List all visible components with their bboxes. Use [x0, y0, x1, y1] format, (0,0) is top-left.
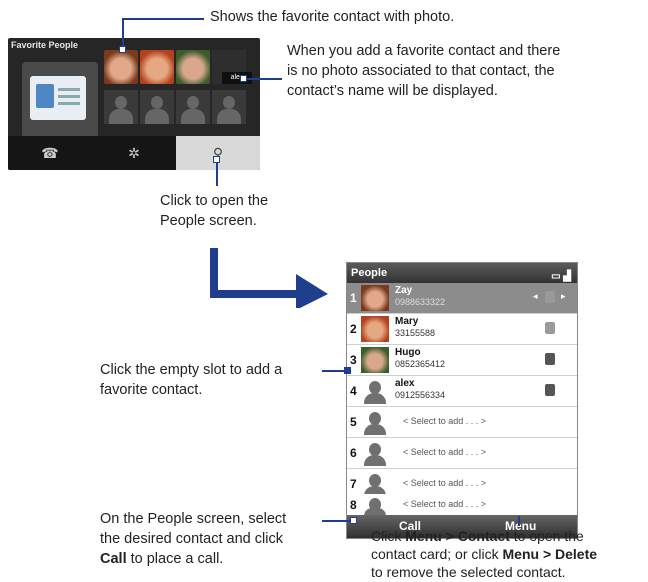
people-screen: People ▭ ▟ 1 Zay 0988633322 ◂ ▸ 2 Mary 3… — [346, 262, 578, 539]
contact-phone: 0988633322 — [395, 297, 446, 307]
annotation-call-1: On the People screen, select — [100, 511, 287, 527]
annotation-menu-3: to remove the selected contact. — [371, 564, 566, 580]
annotation-no-photo-2: is no photo associated to that contact, … — [287, 63, 555, 79]
annotation-empty-slot-2: favorite contact. — [100, 382, 203, 398]
favorite-photo-3[interactable] — [176, 50, 210, 84]
select-to-add-label: < Select to add . . . > — [403, 499, 487, 509]
contact-row[interactable]: 1 Zay 0988633322 ◂ ▸ — [347, 283, 577, 314]
annotation-call-2: the desired contact and click — [100, 531, 283, 547]
favorite-people-widget: Favorite People alex ☎ ✲ ⚲ — [8, 38, 260, 170]
annotation-empty-slot-1: Click the empty slot to add a — [100, 362, 283, 378]
arrow-right-icon — [210, 248, 328, 308]
tab-people-icon[interactable]: ⚲ — [176, 136, 260, 170]
slot-number: 7 — [350, 477, 357, 491]
favorite-photo-1[interactable] — [104, 50, 138, 84]
slot-number: 2 — [350, 322, 357, 336]
slot-number: 1 — [350, 291, 357, 305]
mobile-phone-icon — [545, 384, 555, 396]
contact-name: Mary — [395, 316, 419, 327]
annotation-menu-2: contact card; or click Menu > Delete — [371, 546, 598, 562]
slot-number: 3 — [350, 353, 357, 367]
contact-row[interactable]: 2 Mary 33155588 — [347, 314, 577, 345]
slot-number: 8 — [350, 498, 357, 512]
contact-card-icon[interactable] — [22, 62, 98, 138]
silhouette-icon — [361, 409, 389, 435]
annotation-open-people-2: People screen. — [160, 213, 257, 229]
silhouette-icon — [361, 496, 389, 515]
annotation-menu-1: Click Menu > Contact to open the — [371, 528, 584, 544]
phone-type-icon — [545, 322, 555, 334]
empty-contact-row[interactable]: 5 < Select to add . . . > — [347, 407, 577, 438]
tab-settings-icon[interactable]: ✲ — [92, 136, 176, 170]
select-to-add-label: < Select to add . . . > — [403, 478, 487, 488]
empty-favorite-slot[interactable] — [212, 90, 246, 124]
contact-row[interactable]: 3 Hugo 0852365412 — [347, 345, 577, 376]
silhouette-icon — [361, 378, 389, 404]
favorite-photo-2[interactable] — [140, 50, 174, 84]
empty-contact-row[interactable]: 6 < Select to add . . . > — [347, 438, 577, 469]
contact-photo — [361, 316, 389, 342]
contact-photo — [361, 285, 389, 311]
annotation-favorite-photo: Shows the favorite contact with photo. — [210, 9, 455, 25]
select-to-add-label: < Select to add . . . > — [403, 416, 487, 426]
slot-number: 5 — [350, 415, 357, 429]
contact-name: alex — [395, 378, 415, 389]
select-to-add-label: < Select to add . . . > — [403, 447, 487, 457]
phone-type-icon — [545, 291, 555, 303]
contact-row[interactable]: 4 alex 0912556334 — [347, 376, 577, 407]
slot-number: 4 — [350, 384, 357, 398]
title-bar: People ▭ ▟ — [347, 263, 577, 283]
contact-name: Zay — [395, 285, 413, 296]
mobile-phone-icon — [545, 353, 555, 365]
annotation-open-people-1: Click to open the — [160, 193, 269, 209]
widget-title: Favorite People — [11, 40, 79, 50]
empty-favorite-slot[interactable] — [140, 90, 174, 124]
annotation-no-photo-1: When you add a favorite contact and ther… — [287, 43, 561, 59]
tab-phone-icon[interactable]: ☎ — [8, 136, 92, 170]
contact-photo — [361, 347, 389, 373]
slot-number: 6 — [350, 446, 357, 460]
silhouette-icon — [361, 440, 389, 466]
chevron-left-icon[interactable]: ◂ — [533, 291, 538, 302]
annotation-no-photo-3: contact’s name will be displayed. — [287, 83, 498, 99]
empty-contact-row[interactable]: 8 < Select to add . . . > — [347, 494, 577, 516]
contact-name: Hugo — [395, 347, 421, 358]
empty-favorite-slot[interactable] — [176, 90, 210, 124]
empty-favorite-slot[interactable] — [104, 90, 138, 124]
contact-phone: 0852365412 — [395, 359, 446, 369]
widget-tab-bar: ☎ ✲ ⚲ — [8, 136, 260, 170]
contact-phone: 0912556334 — [395, 390, 446, 400]
annotation-call-3: Call to place a call. — [100, 551, 224, 567]
chevron-right-icon[interactable]: ▸ — [561, 291, 566, 302]
screen-title: People — [351, 267, 388, 279]
contact-phone: 33155588 — [395, 328, 436, 338]
